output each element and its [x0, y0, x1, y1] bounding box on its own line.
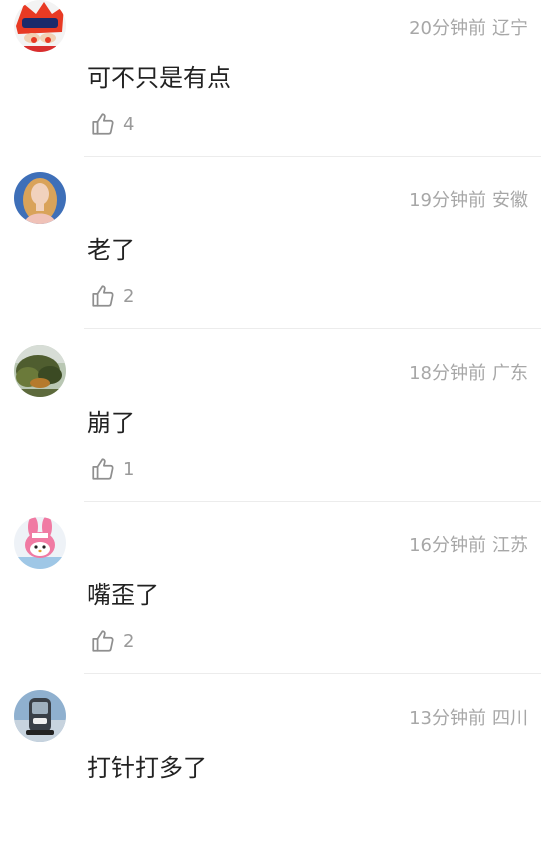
comment-item: 19分钟前 安徽 老了 2 [0, 172, 541, 345]
comment-meta: 20分钟前 辽宁 [409, 14, 528, 40]
comment-item: 20分钟前 辽宁 可不只是有点 4 [0, 0, 541, 173]
divider [84, 501, 541, 502]
like-count: 2 [123, 630, 135, 652]
thumbs-up-icon [92, 630, 114, 652]
user-avatar[interactable] [14, 0, 66, 52]
user-avatar[interactable] [14, 345, 66, 397]
like-button[interactable]: 1 [90, 455, 134, 483]
comment-meta: 16分钟前 江苏 [409, 531, 528, 557]
comment-location: 安徽 [492, 190, 528, 211]
comment-time: 18分钟前 [409, 363, 486, 384]
comment-time: 13分钟前 [409, 708, 486, 729]
thumbs-up-icon [92, 458, 114, 480]
thumbs-up-icon [92, 285, 114, 307]
divider [84, 328, 541, 329]
comment-location: 辽宁 [492, 18, 528, 39]
user-avatar[interactable] [14, 172, 66, 224]
comment-item: 16分钟前 江苏 嘴歪了 2 [0, 517, 541, 690]
like-button[interactable]: 2 [90, 627, 134, 655]
comment-text: 老了 [87, 236, 135, 264]
comment-time: 19分钟前 [409, 190, 486, 211]
comment-text: 嘴歪了 [87, 581, 159, 609]
divider [84, 673, 541, 674]
cartoon-character-avatar-icon [14, 0, 66, 52]
pink-bunny-avatar-icon [14, 517, 66, 569]
comment-time: 20分钟前 [409, 18, 486, 39]
comment-location: 江苏 [492, 535, 528, 556]
comment-meta: 18分钟前 广东 [409, 359, 528, 385]
comment-meta: 13分钟前 四川 [409, 704, 528, 730]
like-button[interactable]: 2 [90, 282, 134, 310]
woman-photo-avatar-icon [14, 172, 66, 224]
comment-text: 可不只是有点 [87, 64, 231, 92]
like-count: 2 [123, 285, 135, 307]
user-avatar[interactable] [14, 517, 66, 569]
comment-time: 16分钟前 [409, 535, 486, 556]
comment-text: 崩了 [87, 409, 135, 437]
user-avatar[interactable] [14, 690, 66, 742]
comment-location: 四川 [492, 708, 528, 729]
thumbs-up-icon [92, 113, 114, 135]
comment-text: 打针打多了 [87, 754, 207, 782]
divider [84, 156, 541, 157]
like-button[interactable]: 4 [90, 110, 134, 138]
comment-item: 13分钟前 四川 打针打多了 [0, 690, 541, 863]
tree-landscape-avatar-icon [14, 345, 66, 397]
like-count: 4 [123, 113, 135, 135]
like-count: 1 [123, 458, 135, 480]
comment-item: 18分钟前 广东 崩了 1 [0, 345, 541, 518]
car-photo-avatar-icon [14, 690, 66, 742]
comment-location: 广东 [492, 363, 528, 384]
comment-meta: 19分钟前 安徽 [409, 186, 528, 212]
